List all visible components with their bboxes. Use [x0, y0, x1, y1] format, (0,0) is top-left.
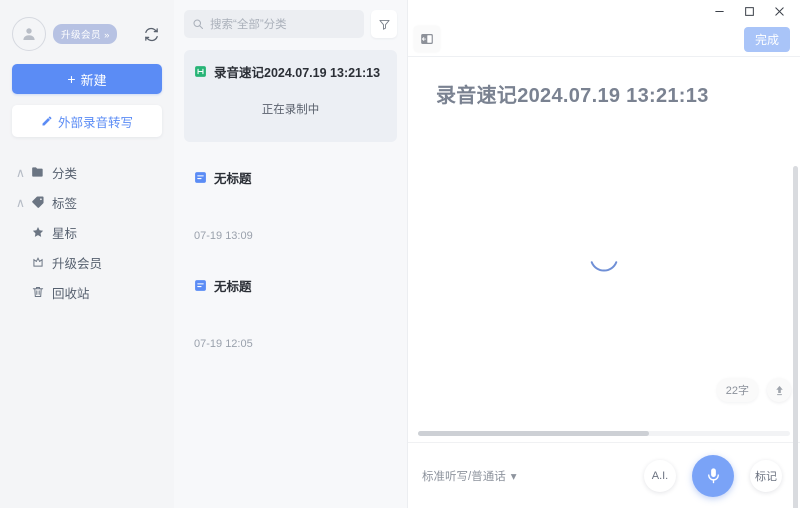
note-header: 录音速记2024.07.19 13:21:13 [194, 62, 387, 81]
search-icon [193, 19, 204, 30]
hscroll-thumb[interactable] [418, 430, 649, 436]
note-title: 录音速记2024.07.19 13:21:13 [214, 66, 381, 80]
app-window: 升级会员 » + 新建 外部录音转写 ∧ 分类 ∧ 标签 星标 升级会员 回收站… [0, 0, 800, 508]
external-transcribe-button[interactable]: 外部录音转写 [12, 105, 162, 137]
search-input[interactable]: 搜索“全部”分类 [184, 10, 364, 38]
upload-button[interactable] [767, 378, 791, 402]
chevron-down-icon: ▾ [510, 470, 517, 483]
sidebar-item-trash[interactable]: 回收站 [12, 277, 162, 307]
hscroll-track[interactable] [418, 430, 790, 436]
dictation-mode-label: 标准听写/普通话 [422, 470, 506, 483]
note-title: 无标题 [214, 172, 252, 186]
star-icon [27, 225, 49, 239]
sidebar-item-category[interactable]: ∧ 分类 [12, 157, 162, 187]
folder-icon [27, 165, 49, 179]
trash-icon [27, 285, 49, 299]
user-avatar-icon [23, 28, 35, 40]
close-icon [774, 6, 784, 16]
note-list-item-selected[interactable]: 录音速记2024.07.19 13:21:13 正在录制中 [184, 50, 397, 142]
account-row: 升级会员 » [12, 0, 162, 62]
mark-button[interactable]: 标记 [750, 459, 782, 492]
close-button[interactable] [764, 0, 794, 22]
editor-panel: 完成 录音速记2024.07.19 13:21:13 22字 标准听写/普通话 … [408, 0, 800, 508]
sidebar-nav: ∧ 分类 ∧ 标签 星标 升级会员 回收站 [12, 157, 162, 307]
note-title: 无标题 [214, 280, 252, 294]
note-list-panel: 搜索“全部”分类 录音速记2024.07.19 13:21:13 正在录制中 无… [174, 0, 408, 508]
horizontal-scrollbar[interactable] [408, 424, 800, 442]
recording-toolbar: 标准听写/普通话 ▾ A.I. 标记 [408, 442, 800, 508]
sidebar: 升级会员 » + 新建 外部录音转写 ∧ 分类 ∧ 标签 星标 升级会员 回收站 [0, 0, 174, 508]
sync-button[interactable] [140, 23, 162, 45]
sidebar-item-label: 标签 [52, 196, 78, 211]
chevron-up-icon[interactable]: ∧ [14, 195, 27, 210]
sidebar-item-tag[interactable]: ∧ 标签 [12, 187, 162, 217]
external-transcribe-label: 外部录音转写 [57, 115, 133, 130]
recording-note-icon [195, 66, 206, 77]
pencil-icon [42, 116, 52, 126]
note-header: 无标题 [194, 168, 387, 187]
done-button[interactable]: 完成 [743, 26, 790, 52]
document-title[interactable]: 录音速记2024.07.19 13:21:13 [408, 57, 800, 108]
note-timestamp: 07-19 12:05 [194, 338, 253, 350]
new-note-button[interactable]: + 新建 [12, 64, 162, 94]
new-note-label: 新建 [80, 72, 107, 88]
window-titlebar [408, 0, 800, 22]
note-list-item[interactable]: 无标题 07-19 12:05 [184, 262, 397, 358]
minimize-icon [714, 10, 724, 12]
note-timestamp: 07-19 13:09 [194, 230, 253, 242]
search-placeholder: 搜索“全部”分类 [210, 19, 287, 31]
vertical-scrollbar[interactable] [793, 166, 798, 508]
sidebar-item-star[interactable]: 星标 [12, 217, 162, 247]
avatar[interactable] [12, 17, 46, 51]
minimize-button[interactable] [704, 0, 734, 22]
ai-button[interactable]: A.I. [644, 459, 676, 492]
plus-icon: + [67, 71, 76, 87]
filter-funnel-icon [378, 19, 390, 30]
recording-actions: A.I. 标记 [644, 454, 782, 497]
search-row: 搜索“全部”分类 [184, 0, 397, 38]
vip-upgrade-badge[interactable]: 升级会员 » [53, 24, 117, 44]
chevron-up-icon[interactable]: ∧ [14, 165, 27, 180]
sync-refresh-icon [144, 27, 158, 41]
loading-spinner [587, 249, 621, 283]
document-note-icon [195, 280, 206, 291]
collapse-panel-button[interactable] [414, 26, 440, 52]
sidebar-item-label: 升级会员 [52, 256, 103, 271]
note-status: 正在录制中 [261, 104, 320, 116]
document-note-icon [195, 172, 206, 183]
note-list-item[interactable]: 无标题 07-19 13:09 [184, 154, 397, 250]
collapse-panel-icon [421, 34, 433, 44]
crown-icon [27, 255, 49, 269]
note-header: 无标题 [194, 276, 387, 295]
maximize-button[interactable] [734, 0, 764, 22]
sidebar-item-label: 回收站 [52, 286, 90, 301]
word-count-badge: 22字 [716, 378, 758, 402]
document-body[interactable]: 22字 [408, 108, 800, 508]
microphone-icon [707, 468, 719, 484]
tag-icon [27, 195, 49, 209]
filter-button[interactable] [371, 10, 397, 38]
editor-float-controls: 22字 [716, 378, 791, 402]
dictation-mode-select[interactable]: 标准听写/普通话 ▾ [422, 468, 516, 484]
microphone-button[interactable] [692, 454, 734, 497]
sidebar-item-label: 分类 [52, 166, 78, 181]
upload-arrow-icon [775, 385, 783, 395]
loading-spinner-icon [590, 261, 618, 272]
editor-toolbar: 完成 [408, 22, 800, 56]
maximize-icon [744, 6, 754, 16]
sidebar-item-upgrade[interactable]: 升级会员 [12, 247, 162, 277]
sidebar-item-label: 星标 [52, 226, 78, 241]
